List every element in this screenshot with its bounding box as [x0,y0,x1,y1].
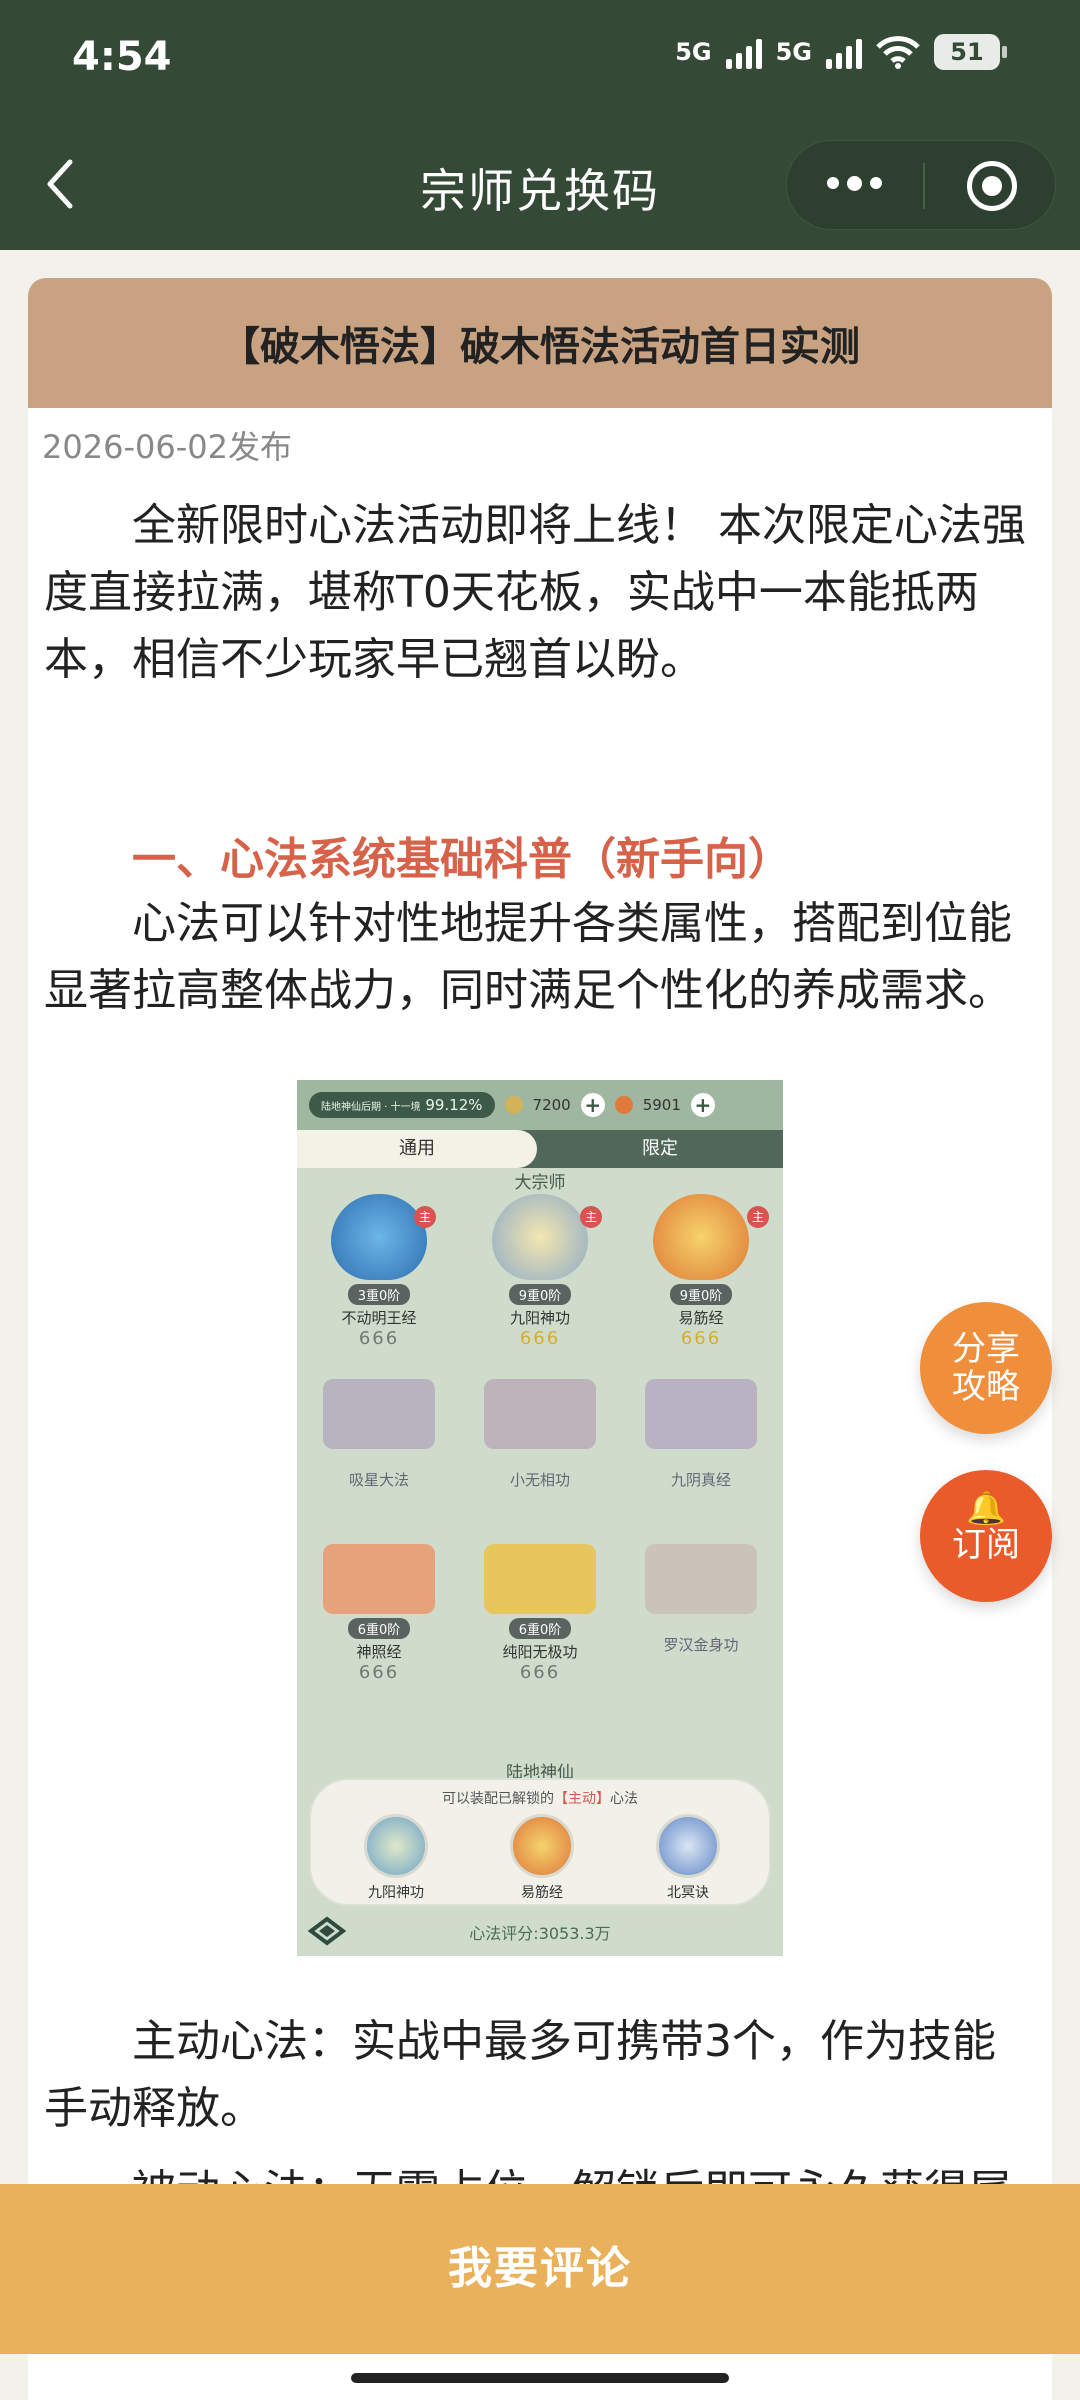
skill-level: 3重0阶 [347,1284,411,1305]
skill-level: 9重0阶 [508,1284,572,1305]
skill-drops: 666 [358,1328,400,1349]
skill-name: 吸星大法 [348,1471,409,1489]
currency-2-icon [614,1096,633,1114]
equip-panel-title: 可以装配已解锁的【主动】心法 [311,1788,769,1808]
equip-tag: 【主动】 [554,1791,610,1807]
equipped-skill-name: 北冥诀 [667,1885,709,1901]
skill-level: 9重0阶 [669,1284,733,1305]
equipped-skill-avatar [656,1814,720,1878]
skill-drops: 666 [519,1662,561,1683]
game-top-bar: 陆地神仙后期 · 十一境 99.12% 7200 + 5901 + [297,1080,783,1130]
skill-drops: 666 [358,1662,400,1683]
main-badge: 主 [580,1206,602,1228]
close-mini-program-icon[interactable] [967,161,1017,211]
skill-drops: 666 [680,1328,722,1349]
paragraph-active-skill: 主动心法：实战中最多可携带3个，作为技能手动释放。 [44,2016,996,2134]
skill-level: 6重0阶 [508,1618,572,1639]
subscribe-button[interactable]: 🔔 订阅 [920,1470,1052,1602]
network-label-1: 5G [675,38,712,66]
add-currency-2-icon: + [690,1093,715,1117]
mini-program-capsule [786,140,1056,230]
equipped-skill-name: 九阳神功 [368,1885,424,1901]
tab-limited: 限定 [642,1138,678,1159]
skill-card-locked: 九阴真经 [631,1373,771,1490]
equipped-skill-avatar [510,1814,574,1878]
skill-name: 神照经 [356,1643,402,1661]
player-realm-label: 陆地神仙后期 · 十一境 [321,1102,421,1113]
locked-scroll-icon [645,1379,757,1449]
equipped-skill-avatar [364,1814,428,1878]
equip-suffix: 心法 [610,1791,638,1807]
locked-scroll-icon [484,1379,596,1449]
equipped-skill: 易筋经 [497,1814,587,1902]
comment-button[interactable]: 我要评论 [0,2184,1080,2354]
skill-card: 6重0阶 纯阳无极功 666 [470,1538,610,1683]
status-icons: 5G 5G 51 [675,34,1007,70]
skill-icon [331,1194,427,1280]
locked-scroll-icon [323,1379,435,1449]
section-heading: 一、心法系统基础科普（新手向） [132,834,792,885]
add-currency-1-icon: + [580,1093,605,1117]
battery-icon: 51 [934,34,1007,70]
game-logo-icon [307,1916,347,1946]
currency-2-value: 5901 [642,1096,681,1114]
share-label-2: 攻略 [952,1367,1020,1407]
subscribe-label: 订阅 [952,1525,1020,1565]
skill-icon [653,1194,749,1280]
top-bar: 4:54 5G 5G 51 宗师兑换码 [0,0,1080,250]
skill-name: 小无相功 [509,1471,570,1489]
currency-icon [504,1096,523,1114]
skill-card-locked: 小无相功 [470,1373,610,1490]
player-realm-percent: 99.12% [425,1096,483,1114]
skill-scroll-icon [323,1544,435,1614]
main-badge: 主 [747,1206,769,1228]
equip-panel: 可以装配已解锁的【主动】心法 九阳神功 易筋经 北冥诀 [309,1778,771,1906]
skill-grid: 大宗师 3重0阶 不动明王经 666 主 9重0阶 九阳神功 666 主 9重0… [297,1168,783,1956]
status-time: 4:54 [72,34,172,80]
equipped-skill: 九阳神功 [351,1814,441,1902]
paragraph-intro: 全新限时心法活动即将上线！ 本次限定心法强度直接拉满，堪称T0天花板，实战中一本… [44,500,1026,685]
publish-date: 2026-06-02发布 [42,428,292,466]
signal-icon [725,35,762,69]
share-label-1: 分享 [952,1329,1020,1369]
wifi-icon [876,36,920,69]
skill-scroll-icon [484,1544,596,1614]
skill-icon [492,1194,588,1280]
skill-name: 纯阳无极功 [502,1643,578,1661]
equip-prefix: 可以装配已解锁的 [442,1791,554,1807]
more-menu-icon[interactable] [827,176,882,191]
signal-icon-2 [826,35,862,69]
skill-level: 6重0阶 [347,1618,411,1639]
skill-card: 6重0阶 神照经 666 [309,1538,449,1683]
home-indicator [351,2373,729,2383]
equipped-skill-name: 易筋经 [521,1885,563,1901]
article-card: 【破木悟法】破木悟法活动首日实测 2026-06-02发布 全新限时心法活动即将… [28,278,1052,2400]
skill-name: 九阳神功 [509,1309,570,1327]
network-label-2: 5G [775,38,812,66]
skill-card-locked: 吸星大法 [309,1373,449,1490]
tab-general: 通用 [297,1130,537,1168]
skill-score: 心法评分:3053.3万 [469,1924,611,1943]
paragraph-system: 心法可以针对性地提升各类属性，搭配到位能显著拉高整体战力，同时满足个性化的养成需… [44,898,1012,1016]
skill-name: 罗汉金身功 [663,1636,739,1654]
capsule-divider [923,163,925,209]
skill-card-locked: 罗汉金身功 [631,1538,771,1655]
locked-scroll-icon [645,1544,757,1614]
section-label-top: 大宗师 [514,1173,566,1193]
currency-1-value: 7200 [532,1096,571,1114]
bell-icon: 🔔 [966,1489,1006,1527]
skill-name: 九阴真经 [670,1471,731,1489]
equipped-skill: 北冥诀 [643,1814,733,1902]
share-guide-button[interactable]: 分享 攻略 [920,1302,1052,1434]
skill-name: 不动明王经 [341,1309,417,1327]
skill-name: 易筋经 [678,1309,724,1327]
article-title: 【破木悟法】破木悟法活动首日实测 [28,278,1052,408]
skill-drops: 666 [519,1328,561,1349]
player-realm-pill: 陆地神仙后期 · 十一境 99.12% [309,1092,495,1118]
game-screenshot[interactable]: 陆地神仙后期 · 十一境 99.12% 7200 + 5901 + 通用 限定 … [297,1080,783,1956]
game-tabs: 通用 限定 [297,1130,783,1168]
main-badge: 主 [414,1206,436,1228]
